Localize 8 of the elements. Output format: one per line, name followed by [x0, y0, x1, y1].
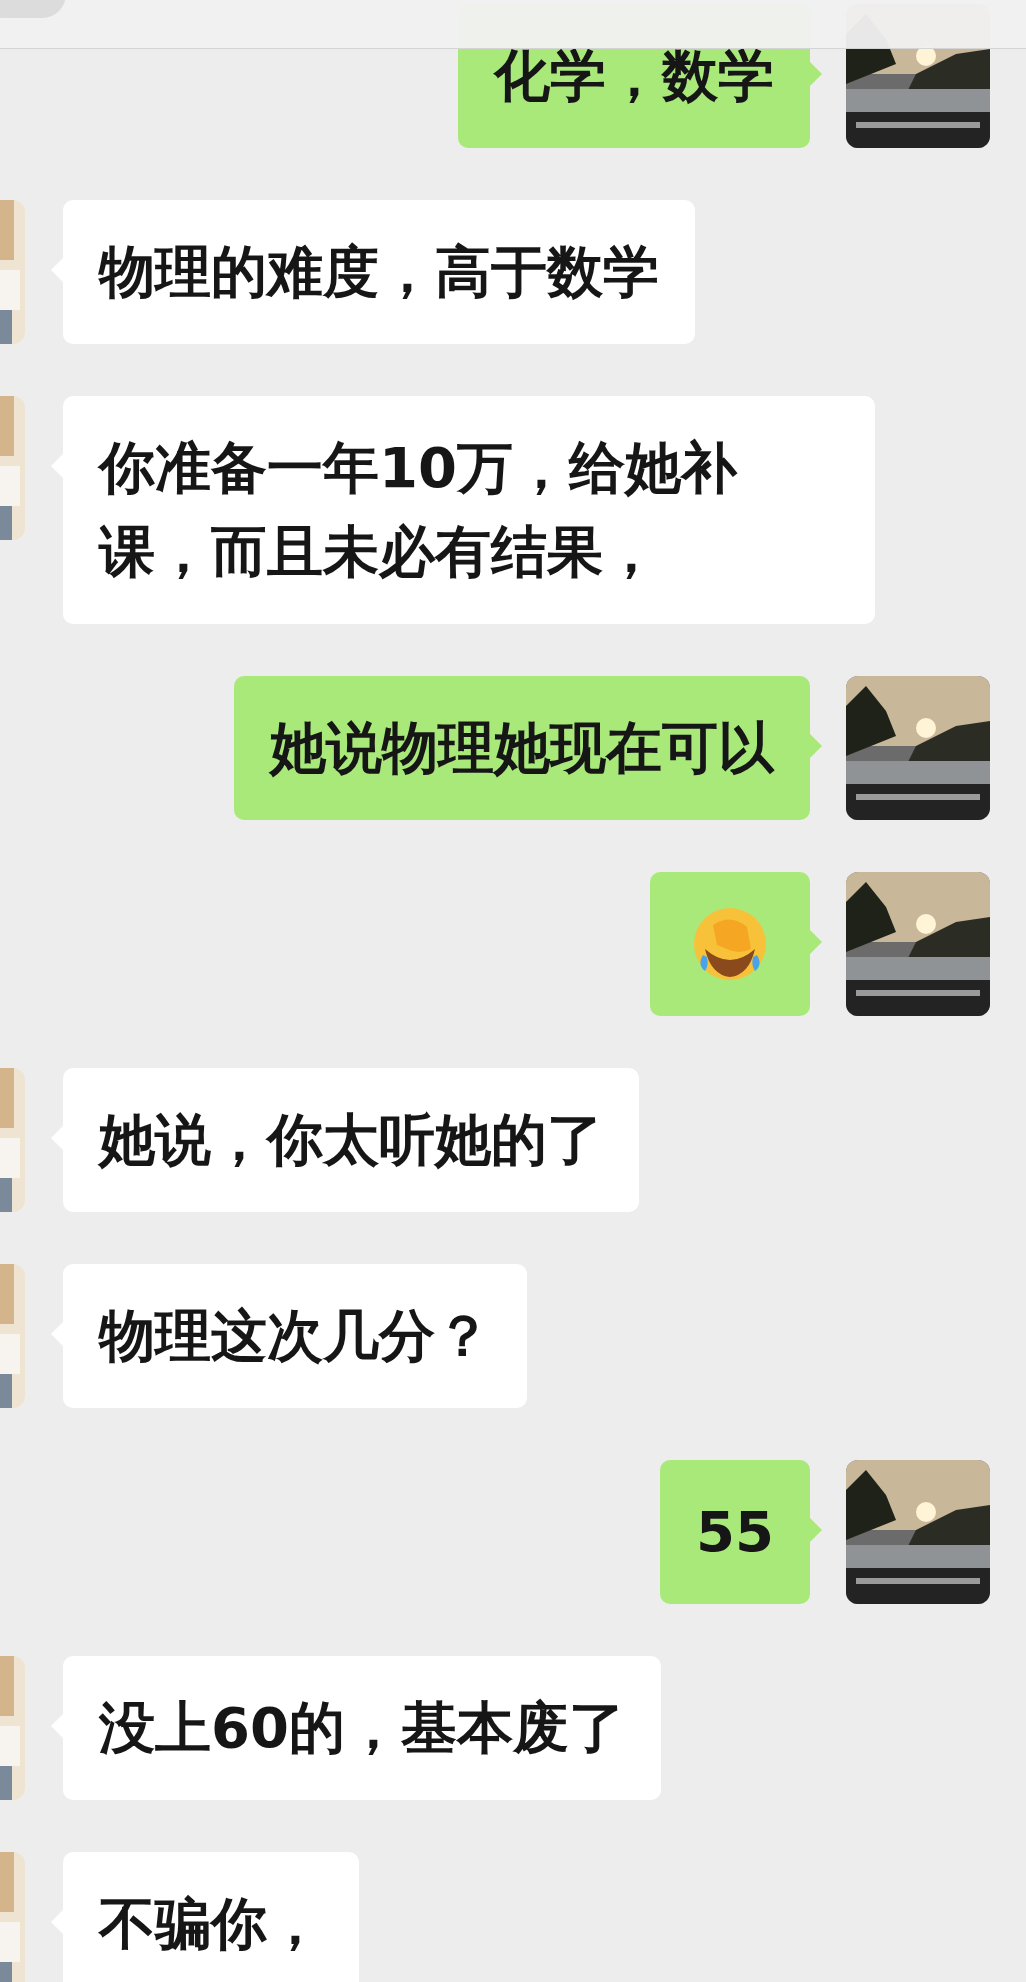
message-bubble: 没上60的，基本废了: [63, 1656, 661, 1800]
message-bubble: 你准备一年10万，给她补课，而且未必有结果，: [63, 396, 875, 624]
message-bubble: 物理这次几分？: [63, 1264, 527, 1408]
message-bubble: 55: [660, 1460, 810, 1604]
message-bubble: 她说，你太听她的了: [63, 1068, 639, 1212]
message-bubble: 物理的难度，高于数学: [63, 200, 695, 344]
message-bubble: 她说物理她现在可以: [234, 676, 810, 820]
message-bubble: 不骗你，: [63, 1852, 359, 1982]
